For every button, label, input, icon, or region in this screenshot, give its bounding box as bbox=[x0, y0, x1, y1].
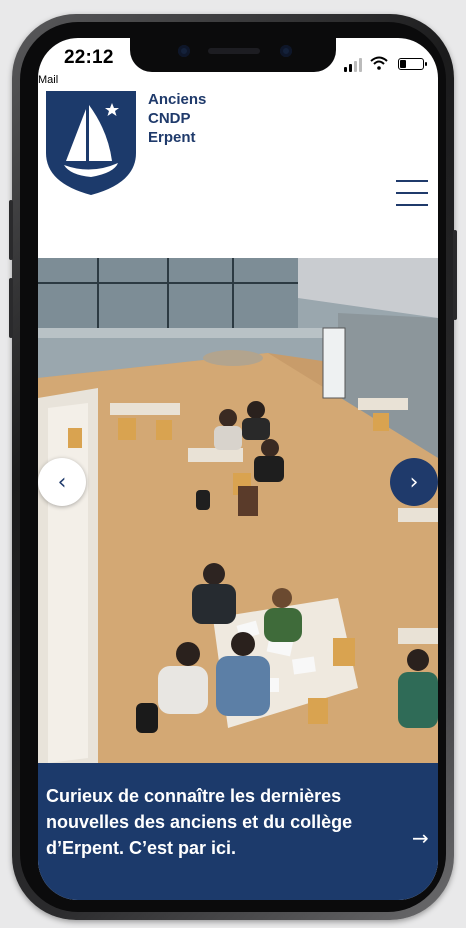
volume-down-button bbox=[9, 278, 13, 338]
brand-name[interactable]: Anciens CNDP Erpent bbox=[148, 90, 206, 147]
back-to-app-link[interactable]: Mail bbox=[38, 74, 58, 86]
hamburger-menu-icon[interactable] bbox=[396, 178, 430, 208]
earpiece-speaker bbox=[208, 48, 260, 54]
brand-line-1: Anciens bbox=[148, 91, 207, 108]
cellular-signal-icon bbox=[344, 58, 364, 72]
volume-up-button bbox=[9, 200, 13, 260]
sensor-icon bbox=[280, 45, 292, 57]
students-studying-in-study-hall-photo bbox=[38, 258, 438, 763]
brand-line-2: CNDP bbox=[148, 110, 191, 127]
brand-line-3: Erpent bbox=[148, 129, 196, 146]
phone-notch bbox=[130, 38, 336, 72]
chevron-right-icon[interactable]: › bbox=[390, 458, 438, 506]
arrow-right-icon[interactable]: → bbox=[412, 826, 429, 850]
power-button bbox=[453, 230, 457, 320]
news-banner-link[interactable]: Curieux de connaître les dernières nouve… bbox=[38, 763, 438, 900]
battery-icon bbox=[398, 58, 427, 70]
next-slide-glyph: › bbox=[409, 469, 419, 495]
sailboat-shield-icon[interactable] bbox=[46, 91, 136, 195]
prev-slide-glyph: ‹ bbox=[57, 469, 67, 495]
chevron-left-icon[interactable]: ‹ bbox=[38, 458, 86, 506]
wifi-icon bbox=[370, 56, 388, 70]
status-time: 22:12 bbox=[64, 47, 114, 68]
news-banner-text: Curieux de connaître les dernières nouve… bbox=[46, 786, 353, 858]
phone-screen: 22:12 Mail Anciens CNDP Erpent ‹ › Curie… bbox=[38, 38, 438, 900]
front-camera-icon bbox=[178, 45, 190, 57]
hero-carousel: ‹ › bbox=[38, 258, 438, 763]
